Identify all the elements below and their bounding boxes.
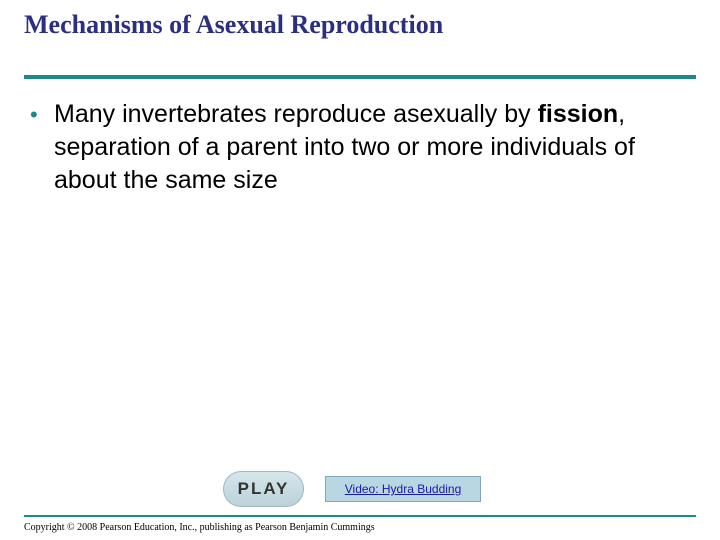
slide-title: Mechanisms of Asexual Reproduction: [24, 10, 444, 39]
copyright-notice: Copyright © 2008 Pearson Education, Inc.…: [24, 522, 375, 533]
bullet-item: • Many invertebrates reproduce asexually…: [30, 98, 700, 197]
bullet-text-lead: Many invertebrates reproduce asexually b…: [54, 100, 538, 128]
footer-divider: [24, 515, 696, 517]
bullet-text: Many invertebrates reproduce asexually b…: [54, 98, 700, 197]
bullet-emphasis-term: fission: [537, 100, 619, 128]
title-divider: [24, 75, 696, 79]
video-link-hydra-budding[interactable]: Video: Hydra Budding: [325, 476, 481, 502]
bullet-marker: •: [30, 102, 38, 127]
play-button[interactable]: PLAY: [223, 471, 304, 507]
